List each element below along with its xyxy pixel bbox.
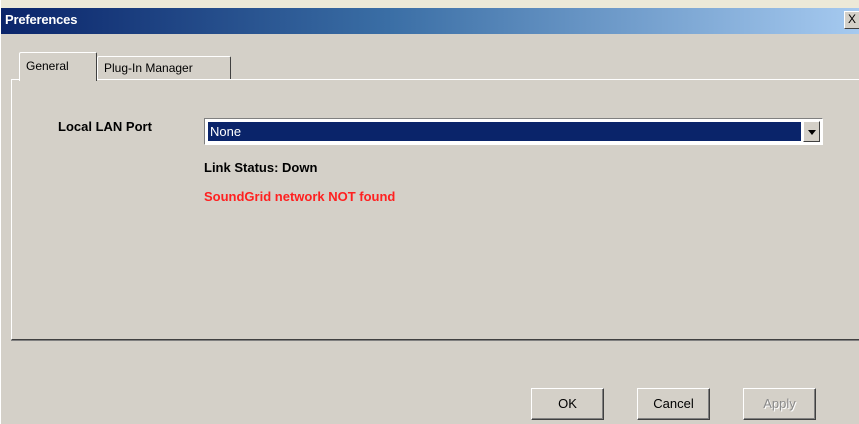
link-status-text: Link Status: Down	[204, 160, 318, 175]
ok-button-label: OK	[558, 396, 577, 411]
tab-general[interactable]: General	[19, 52, 97, 81]
local-lan-port-label: Local LAN Port	[58, 119, 152, 134]
cancel-button-label: Cancel	[653, 396, 694, 411]
selected-port-value: None	[207, 121, 802, 142]
apply-button-label: Apply	[763, 396, 796, 411]
apply-button[interactable]: Apply	[743, 388, 816, 420]
tab-plug-in-manager-label: Plug-In Manager	[104, 61, 193, 75]
window-title: Preferences	[5, 12, 78, 27]
title-bar[interactable]: Preferences X	[1, 8, 859, 34]
chevron-down-icon[interactable]	[803, 121, 820, 142]
ok-button[interactable]: OK	[531, 388, 604, 420]
local-lan-port-select[interactable]: None	[204, 118, 823, 145]
close-button[interactable]: X	[844, 11, 859, 29]
tab-general-label: General	[26, 59, 69, 73]
network-status-message: SoundGrid network NOT found	[204, 189, 396, 204]
preferences-window: Preferences X General Plug-In Manager Lo…	[0, 0, 859, 424]
tab-plug-in-manager[interactable]: Plug-In Manager	[97, 56, 231, 80]
panel-divider	[11, 340, 859, 341]
close-icon: X	[847, 12, 856, 26]
top-strip	[1, 0, 859, 8]
cancel-button[interactable]: Cancel	[637, 388, 710, 420]
